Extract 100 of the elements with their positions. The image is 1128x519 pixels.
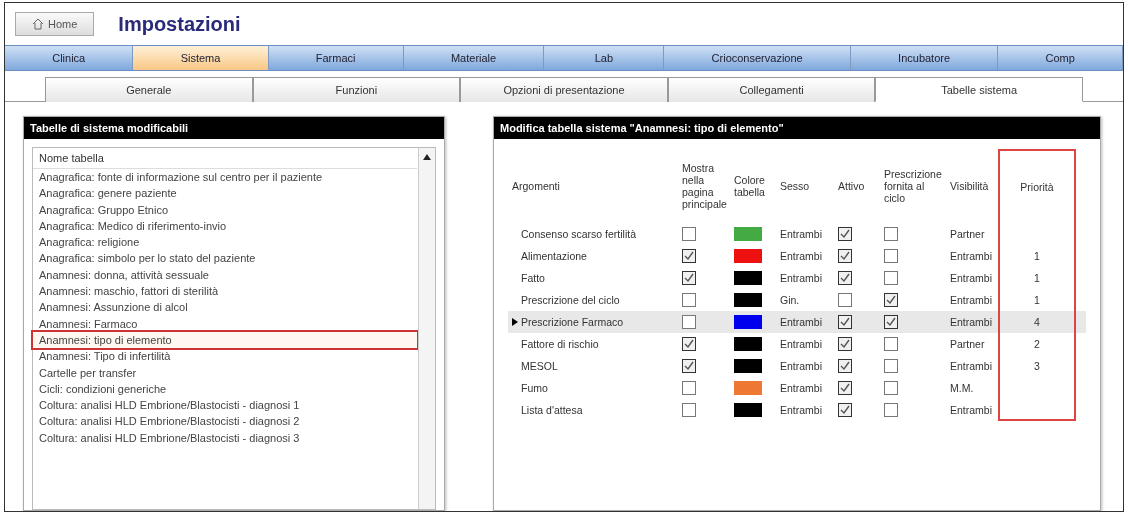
scrollbar[interactable] (418, 148, 435, 509)
list-item[interactable]: Anamnesi: Assunzione di alcol (33, 299, 417, 316)
table-cell: Lista d'attesa (521, 404, 583, 416)
table-cell: 2 (1034, 338, 1040, 350)
checkbox[interactable] (884, 293, 898, 307)
column-header: Prescrizione fornita al ciclo (883, 167, 943, 206)
checkbox[interactable] (884, 249, 898, 263)
list-item[interactable]: Anagrafica: religione (33, 234, 417, 251)
table-cell: Entrambi (780, 382, 822, 394)
list-item[interactable]: Anamnesi: tipo di elemento (33, 331, 417, 349)
color-swatch[interactable] (734, 271, 762, 285)
checkbox[interactable] (838, 381, 852, 395)
sub-tab[interactable]: Collegamenti (667, 77, 876, 102)
table-cell: Entrambi (780, 338, 822, 350)
checkbox[interactable] (838, 227, 852, 241)
table-cell: 4 (1034, 316, 1040, 328)
table-cell: Gin. (780, 294, 800, 306)
table-cell: Entrambi (780, 316, 822, 328)
list-item[interactable]: Anagrafica: Gruppo Etnico (33, 201, 417, 218)
checkbox[interactable] (682, 359, 696, 373)
checkbox[interactable] (838, 403, 852, 417)
main-tab[interactable]: Crioconservazione (664, 46, 851, 70)
table-cell: MESOL (521, 360, 558, 372)
main-tab[interactable]: Incubatore (850, 46, 999, 70)
table-cell: Alimentazione (521, 250, 587, 262)
table-cell: Partner (950, 228, 985, 240)
panel-title: Tabelle di sistema modificabili (24, 117, 444, 139)
table-cell: 1 (1034, 250, 1040, 262)
list-item[interactable]: Anagrafica: fonte di informazione sul centro per il paziente (33, 169, 417, 186)
table-cell: Entrambi (950, 294, 992, 306)
home-icon (32, 18, 44, 30)
list-item[interactable]: Anamnesi: Farmaco (33, 315, 417, 332)
column-header: Attivo (837, 179, 866, 194)
list-item[interactable]: Coltura: analisi HLD Embrione/Blastocisti - diagnosi 1 (33, 397, 417, 414)
scroll-up-icon[interactable] (423, 154, 431, 160)
sub-tab[interactable]: Opzioni di presentazione (460, 77, 668, 102)
list-item[interactable]: Anagrafica: Medico di riferimento-invio (33, 217, 417, 235)
table-row[interactable]: Prescrizione Farmaco Entrambi Entrambi 4 (508, 311, 1086, 333)
main-tab[interactable]: Farmaci (268, 46, 404, 70)
color-swatch[interactable] (734, 249, 762, 263)
checkbox[interactable] (682, 403, 696, 417)
table-cell: Prescrizione del ciclo (521, 294, 620, 306)
list-item[interactable]: Coltura: analisi HLD Embrione/Blastocisti - diagnosi 3 (33, 429, 417, 447)
table-cell: Fatto (521, 272, 545, 284)
table-cell: Prescrizione Farmaco (521, 316, 624, 328)
sub-tab[interactable]: Funzioni (252, 77, 461, 102)
list-item[interactable]: Cartelle per transfer (33, 364, 417, 381)
checkbox[interactable] (838, 293, 852, 307)
table-cell: Fumo (521, 382, 548, 394)
checkbox[interactable] (682, 381, 696, 395)
checkbox[interactable] (682, 315, 696, 329)
checkbox[interactable] (884, 381, 898, 395)
checkbox[interactable] (884, 337, 898, 351)
row-pointer-icon (512, 318, 518, 326)
main-tab[interactable]: Lab (544, 46, 665, 70)
color-swatch[interactable] (734, 381, 762, 395)
list-item[interactable]: Anagrafica: simbolo per lo stato del paziente (33, 250, 417, 267)
checkbox[interactable] (884, 271, 898, 285)
checkbox[interactable] (838, 249, 852, 263)
main-tab[interactable]: Sistema (133, 46, 269, 70)
list-item[interactable]: Anamnesi: maschio, fattori di sterilità (33, 283, 417, 300)
table-cell: Entrambi (780, 250, 822, 262)
sub-tab[interactable]: Tabelle sistema (875, 77, 1083, 102)
checkbox[interactable] (884, 315, 898, 329)
main-tab[interactable]: Comp (998, 46, 1123, 70)
table-cell: 1 (1034, 294, 1040, 306)
list-item[interactable]: Cicli: condizioni generiche (33, 380, 417, 398)
checkbox[interactable] (682, 337, 696, 351)
checkbox[interactable] (838, 359, 852, 373)
checkbox[interactable] (884, 359, 898, 373)
checkbox[interactable] (884, 403, 898, 417)
table-cell: Entrambi (950, 360, 992, 372)
color-swatch[interactable] (734, 359, 762, 373)
checkbox[interactable] (682, 271, 696, 285)
checkbox[interactable] (682, 249, 696, 263)
column-header: Mostra nella pagina principale (681, 161, 728, 212)
color-swatch[interactable] (734, 293, 762, 307)
list-item[interactable]: Anamnesi: Tipo di infertilità (33, 348, 417, 365)
color-swatch[interactable] (734, 227, 762, 241)
checkbox[interactable] (682, 293, 696, 307)
checkbox[interactable] (838, 337, 852, 351)
list-item[interactable]: Coltura: analisi HLD Embrione/Blastocisti - diagnosi 2 (33, 413, 417, 430)
table-cell: Entrambi (780, 228, 822, 240)
column-header: Colore tabella (733, 173, 766, 200)
list-item[interactable]: Anamnesi: donna, attività sessuale (33, 266, 417, 284)
color-swatch[interactable] (734, 337, 762, 351)
checkbox[interactable] (884, 227, 898, 241)
checkbox[interactable] (838, 271, 852, 285)
list-item[interactable]: Anagrafica: genere paziente (33, 185, 417, 202)
checkbox[interactable] (682, 227, 696, 241)
table-cell: 1 (1034, 272, 1040, 284)
color-swatch[interactable] (734, 315, 762, 329)
table-cell: Entrambi (780, 272, 822, 284)
main-tab[interactable]: Materiale (403, 46, 545, 70)
column-header: Sesso (779, 179, 811, 194)
sub-tab[interactable]: Generale (45, 77, 253, 102)
home-button[interactable]: Home (15, 12, 95, 36)
table-cell: Entrambi (950, 272, 992, 284)
color-swatch[interactable] (734, 403, 762, 417)
checkbox[interactable] (838, 315, 852, 329)
